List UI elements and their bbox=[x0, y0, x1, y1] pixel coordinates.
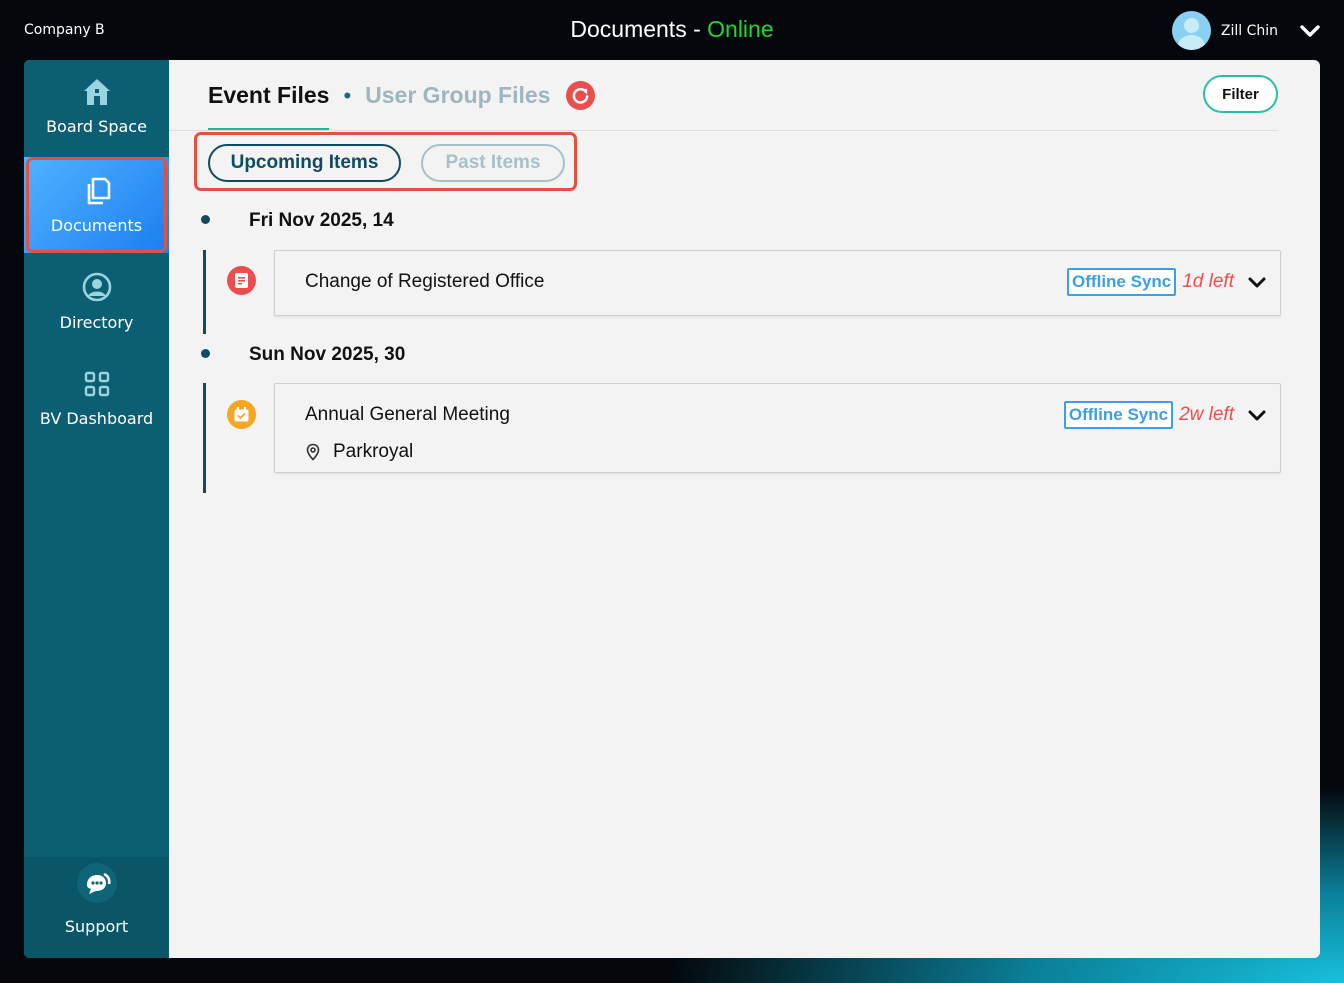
sidebar-item-directory[interactable]: Directory bbox=[24, 271, 169, 332]
upcoming-items-toggle[interactable]: Upcoming Items bbox=[208, 144, 401, 182]
refresh-icon bbox=[573, 87, 589, 104]
timeline-line bbox=[203, 383, 206, 493]
event-card[interactable]: Annual General Meeting Parkroyal Offline… bbox=[274, 383, 1281, 473]
sidebar: Board Space Documents Directory BV Dashb… bbox=[24, 60, 169, 958]
sidebar-item-label: Directory bbox=[59, 313, 134, 332]
event-date: Sun Nov 2025, 30 bbox=[249, 344, 406, 365]
avatar[interactable] bbox=[1171, 11, 1211, 50]
top-bar: Company B Documents - Online Zill Chin bbox=[0, 0, 1344, 60]
offline-sync-badge[interactable]: Offline Sync bbox=[1063, 401, 1174, 429]
refresh-button[interactable] bbox=[566, 81, 596, 110]
document-icon bbox=[227, 266, 256, 295]
user-circle-icon bbox=[82, 272, 111, 302]
support-button[interactable]: Support bbox=[24, 861, 169, 936]
event-card[interactable]: Change of Registered Office Offline Sync… bbox=[274, 250, 1281, 316]
event-name: Change of Registered Office bbox=[305, 271, 545, 292]
event-date: Fri Nov 2025, 14 bbox=[249, 210, 394, 231]
file-tabs: Event Files • User Group Files bbox=[208, 81, 596, 131]
page-title: Documents - Online bbox=[0, 16, 1344, 43]
filter-button[interactable]: Filter bbox=[1203, 75, 1278, 113]
timeline-line bbox=[203, 250, 206, 334]
timeline-bullet bbox=[201, 215, 210, 224]
home-icon bbox=[83, 79, 110, 105]
timeline-bullet bbox=[201, 349, 210, 358]
event-meta: Offline Sync 1d left bbox=[1067, 268, 1266, 296]
user-name: Zill Chin bbox=[1220, 22, 1278, 39]
tab-user-group-files[interactable]: User Group Files bbox=[365, 82, 550, 109]
meeting-icon bbox=[227, 400, 256, 429]
grid-icon bbox=[84, 371, 109, 397]
sidebar-item-label: Board Space bbox=[46, 117, 147, 136]
sidebar-item-label: BV Dashboard bbox=[39, 409, 154, 428]
tab-event-files[interactable]: Event Files bbox=[208, 82, 330, 131]
offline-sync-badge[interactable]: Offline Sync bbox=[1067, 268, 1177, 296]
tab-divider bbox=[169, 130, 1278, 131]
time-left: 2w left bbox=[1179, 404, 1234, 425]
location-pin-icon bbox=[306, 443, 320, 461]
location-text: Parkroyal bbox=[333, 441, 414, 462]
tab-separator: • bbox=[343, 82, 352, 108]
time-left: 1d left bbox=[1182, 271, 1234, 292]
support-chat-icon bbox=[76, 863, 117, 903]
sidebar-item-board-space[interactable]: Board Space bbox=[24, 77, 169, 136]
support-area: Support bbox=[24, 857, 169, 958]
app-frame: Board Space Documents Directory BV Dashb… bbox=[24, 60, 1320, 958]
past-items-toggle[interactable]: Past Items bbox=[421, 144, 565, 182]
support-label: Support bbox=[64, 917, 129, 936]
main-content: Event Files • User Group Files Filter Up… bbox=[169, 60, 1320, 958]
sidebar-item-bv-dashboard[interactable]: BV Dashboard bbox=[24, 369, 169, 428]
event-name: Annual General Meeting bbox=[305, 404, 510, 425]
event-location: Parkroyal bbox=[305, 441, 413, 463]
chevron-down-icon[interactable] bbox=[1300, 24, 1320, 38]
chevron-down-icon[interactable] bbox=[1248, 276, 1266, 289]
page-title-text: Documents - bbox=[570, 16, 708, 42]
event-meta: Offline Sync 2w left bbox=[1063, 401, 1266, 429]
user-menu[interactable]: Zill Chin bbox=[1171, 11, 1320, 50]
connection-status: Online bbox=[707, 16, 774, 42]
documents-highlight bbox=[26, 157, 167, 253]
chevron-down-icon[interactable] bbox=[1248, 409, 1266, 422]
